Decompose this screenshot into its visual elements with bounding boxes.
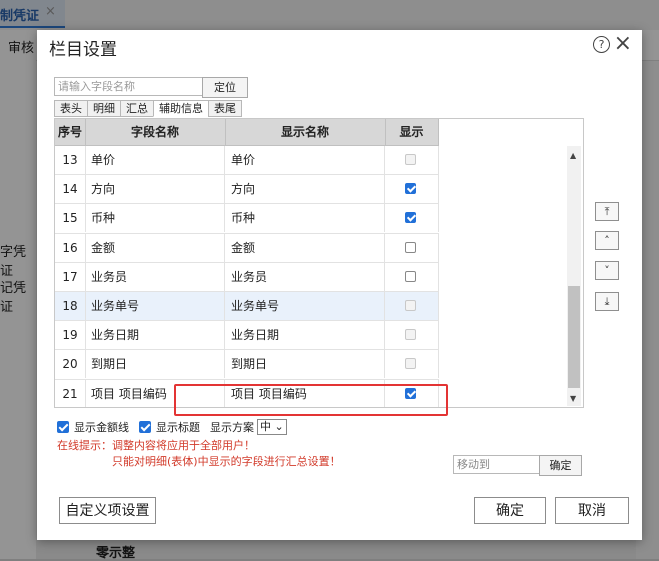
- locate-button[interactable]: 定位: [202, 77, 248, 98]
- table-row[interactable]: 19 业务日期 业务日期: [55, 321, 439, 351]
- table-row[interactable]: 13 单价 单价: [55, 146, 439, 176]
- table-row[interactable]: 15 币种 币种: [55, 204, 439, 234]
- section-tabs: 表头 明细 汇总 辅助信息 表尾: [54, 100, 242, 117]
- dialog-title: 栏目设置: [49, 40, 117, 60]
- row-display-name[interactable]: 单价: [225, 146, 385, 174]
- table-row[interactable]: 20 到期日 到期日: [55, 350, 439, 380]
- row-display-name[interactable]: 金额: [225, 233, 385, 262]
- ok-button[interactable]: 确定: [474, 497, 546, 524]
- header-seq: 序号: [55, 119, 86, 145]
- show-checkbox[interactable]: [405, 270, 416, 282]
- show-checkbox: [405, 329, 416, 341]
- move-to-confirm-button[interactable]: 确定: [539, 455, 582, 476]
- row-show-cell: [385, 350, 439, 379]
- table-row[interactable]: 16 金额 金额: [55, 233, 439, 263]
- tab-auxiliary-info[interactable]: 辅助信息: [153, 100, 209, 117]
- show-checkbox: [405, 154, 416, 165]
- move-top-button[interactable]: ⤒: [595, 202, 619, 221]
- show-amount-line-label: 显示金额线: [74, 421, 129, 434]
- help-icon[interactable]: ?: [593, 36, 610, 53]
- table-row[interactable]: 14 方向 方向: [55, 175, 439, 205]
- show-checkbox[interactable]: [405, 183, 416, 195]
- row-seq: 15: [55, 204, 86, 233]
- show-checkbox: [405, 358, 416, 370]
- row-display-name[interactable]: 币种: [225, 204, 385, 233]
- row-field-name: 业务单号: [85, 291, 225, 320]
- row-display-name[interactable]: 方向: [225, 175, 385, 204]
- highlight-annotation-box: [174, 384, 448, 416]
- row-seq: 20: [55, 350, 86, 379]
- row-show-cell: [385, 291, 439, 320]
- row-display-name[interactable]: 到期日: [225, 350, 385, 379]
- show-amount-line-checkbox[interactable]: [57, 421, 69, 433]
- move-bottom-button[interactable]: ⤓: [595, 292, 619, 311]
- row-field-name: 方向: [85, 175, 225, 204]
- display-scheme-select[interactable]: 中 ⌄: [257, 419, 287, 435]
- row-field-name: 业务日期: [85, 321, 225, 350]
- header-show: 显示: [385, 119, 439, 145]
- show-checkbox[interactable]: [405, 212, 416, 224]
- row-seq: 21: [55, 379, 86, 407]
- header-display-name: 显示名称: [225, 119, 386, 145]
- row-seq: 16: [55, 233, 86, 262]
- move-to-input[interactable]: [453, 455, 541, 474]
- row-field-name: 金额: [85, 233, 225, 262]
- row-show-cell: [385, 233, 439, 262]
- row-show-cell: [385, 321, 439, 350]
- field-search-input[interactable]: [54, 77, 204, 96]
- grid-rows: 13 单价 单价 14 方向 方向 15 币种 币种 16 金额 金额 17 业务员 业务员 18 业务单号 业务…: [55, 146, 439, 407]
- tab-header[interactable]: 表头: [54, 100, 88, 117]
- row-field-name: 币种: [85, 204, 225, 233]
- online-tip-line-1: 在线提示：调整内容将应用于全部用户！: [57, 439, 255, 452]
- close-icon[interactable]: ×: [614, 31, 632, 56]
- row-field-name: 单价: [85, 146, 225, 174]
- tab-detail[interactable]: 明细: [87, 100, 121, 117]
- row-field-name: 业务员: [85, 262, 225, 291]
- tab-summary[interactable]: 汇总: [120, 100, 154, 117]
- scroll-down-icon[interactable]: ▼: [570, 394, 576, 403]
- move-up-button[interactable]: ˄: [595, 231, 619, 250]
- row-display-name[interactable]: 业务单号: [225, 291, 385, 320]
- display-scheme-label: 显示方案: [210, 421, 254, 434]
- scrollbar-thumb[interactable]: [568, 286, 580, 388]
- column-grid: 序号 字段名称 显示名称 显示 13 单价 单价 14 方向 方向 15 币种 币种 16 金额 金额…: [54, 118, 584, 408]
- custom-items-settings-button[interactable]: 自定义项设置: [59, 497, 156, 524]
- online-tip-line-2: 只能对明细(表体)中显示的字段进行汇总设置！: [112, 455, 341, 468]
- show-title-label: 显示标题: [156, 421, 200, 434]
- row-seq: 18: [55, 291, 86, 320]
- cancel-button[interactable]: 取消: [555, 497, 629, 524]
- row-seq: 19: [55, 321, 86, 350]
- header-field-name: 字段名称: [85, 119, 226, 145]
- scroll-up-icon[interactable]: ▲: [570, 151, 576, 160]
- show-checkbox[interactable]: [405, 241, 416, 253]
- row-seq: 13: [55, 146, 86, 174]
- column-settings-dialog: 栏目设置 ? × 定位 表头 明细 汇总 辅助信息 表尾 序号 字段名称 显示名…: [37, 30, 642, 540]
- table-row[interactable]: 17 业务员 业务员: [55, 262, 439, 292]
- table-row[interactable]: 18 业务单号 业务单号: [55, 291, 439, 322]
- row-show-cell: [385, 204, 439, 233]
- show-checkbox: [405, 299, 416, 311]
- row-seq: 14: [55, 175, 86, 204]
- show-title-checkbox[interactable]: [139, 421, 151, 433]
- grid-vertical-scrollbar[interactable]: ▲ ▼: [567, 146, 581, 406]
- row-field-name: 到期日: [85, 350, 225, 379]
- row-show-cell: [385, 262, 439, 291]
- row-seq: 17: [55, 262, 86, 291]
- row-show-cell: [385, 175, 439, 204]
- row-display-name[interactable]: 业务员: [225, 262, 385, 291]
- display-options-row: 显示金额线 显示标题 显示方案 中 ⌄: [57, 418, 287, 436]
- row-show-cell: [385, 146, 439, 174]
- move-down-button[interactable]: ˅: [595, 261, 619, 280]
- tab-footer[interactable]: 表尾: [208, 100, 242, 117]
- row-display-name[interactable]: 业务日期: [225, 321, 385, 350]
- grid-header: 序号 字段名称 显示名称 显示: [55, 119, 439, 146]
